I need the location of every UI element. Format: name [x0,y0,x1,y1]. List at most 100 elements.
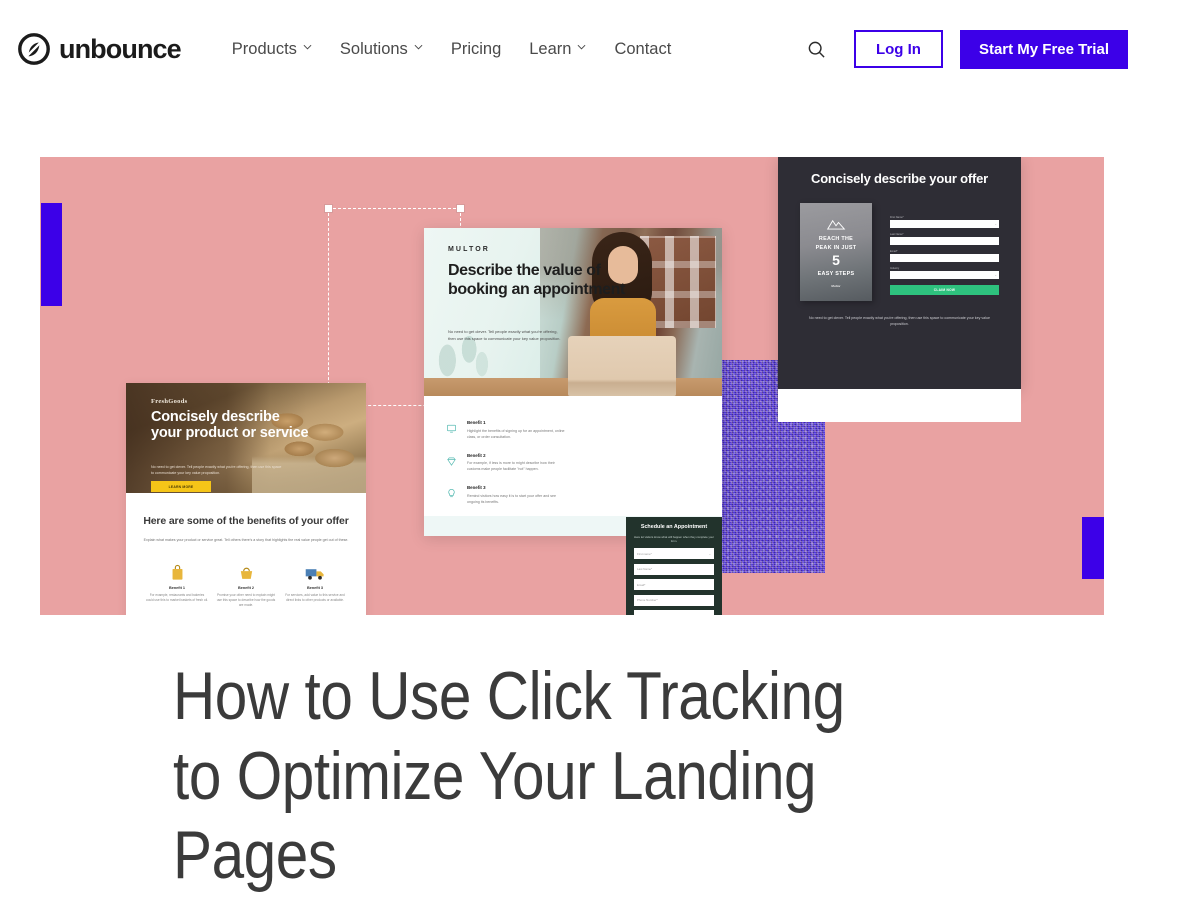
appointment-type-select[interactable]: Type of Appointment ⌄ [634,610,714,615]
freshgoods-headline: Concisely describe your product or servi… [151,409,309,442]
header-actions: Log In Start My Free Trial [800,29,1193,69]
field-label: First Name* [890,215,904,219]
email-input[interactable] [890,254,999,263]
monitor-icon [446,420,459,440]
select-placeholder: Type of Appointment [637,614,663,615]
benefit-title: Benefit 1 [168,586,186,591]
page-title: How to Use Click Tracking to Optimize Yo… [173,658,845,894]
freshgoods-logo: FreshGoods [151,398,188,405]
site-logo[interactable]: unbounce [18,33,182,65]
input-marker: ⌄ [708,551,711,556]
field-label: Last Name* [890,232,904,236]
delivery-truck-icon [284,559,346,581]
last-name-input[interactable]: Last Name* [634,563,714,575]
selection-handle[interactable] [324,204,333,213]
bag-icon [146,559,208,581]
input-placeholder: First name* [637,551,652,556]
ebook-number: 5 [832,251,840,268]
chevron-down-icon: ⌄ [709,614,711,615]
ebook-line-1: REACH THE [818,235,854,242]
freshgoods-benefits-section: Here are some of the benefits of your of… [126,493,366,609]
first-name-input[interactable]: ⌄ [890,220,999,229]
benefit-desc: Highlight the benefits of signing up for… [467,428,565,439]
multor-logo: MULTOR [448,246,490,253]
last-name-input[interactable] [890,237,999,246]
multor-headline: Describe the value of booking an appoint… [448,262,625,298]
login-button[interactable]: Log In [853,30,943,68]
nav-label: Learn [529,39,572,58]
accent-block-left [41,203,62,306]
freshgoods-cta-button[interactable]: LEARN MORE [151,481,211,492]
field-label: Industry [890,266,900,270]
nav-label: Contact [614,39,672,58]
benefit-desc: For example, restaurants and bakeries co… [146,593,209,603]
claim-now-button[interactable]: CLAIM NOW [890,285,999,295]
benefit-title: Benefit 2 [467,452,486,458]
selection-handle[interactable] [456,204,465,213]
nav-label: Products [231,39,297,58]
benefit-title: Benefit 3 [467,485,486,491]
offer-landing-page-card: Concisely describe your offer REACH THE … [778,157,1021,389]
benefit-item: Benefit 3 For services, add value to thi… [284,559,346,608]
multor-hero: MULTOR Describe the value of booking an … [424,228,722,396]
ebook-line-3: EASY STEPS [817,270,855,277]
nav-item-learn[interactable]: Learn [515,31,600,68]
benefit-item: Benefit 2 For example, if less is more t… [446,453,700,473]
selection-guide-left [328,208,329,405]
benefit-item: Benefit 3 Remind visitors how easy it is… [446,485,700,505]
multor-landing-page-card: MULTOR Describe the value of booking an … [424,228,722,536]
benefit-item: Benefit 1 For example, restaurants and b… [146,559,208,608]
input-placeholder: Last Name* [637,567,653,572]
freshgoods-benefits-sub: Explain what makes your product or servi… [143,538,349,543]
chevron-down-icon [414,44,423,53]
freshgoods-hero: FreshGoods Concisely describe your produ… [126,383,366,493]
site-header: unbounce Products Solutions Pricing Lear… [0,0,1193,98]
nav-item-pricing[interactable]: Pricing [437,31,515,68]
nav-item-solutions[interactable]: Solutions [326,31,437,68]
benefit-title: Benefit 2 [237,586,255,591]
multor-subtext: No need to get clever. Tell people exact… [448,329,561,341]
schedule-appointment-form: Schedule an Appointment Here let visitor… [626,517,722,615]
benefit-title: Benefit 1 [467,420,486,425]
input-placeholder: Phone Number* [637,598,658,603]
nav-item-contact[interactable]: Contact [600,31,685,68]
basket-icon [215,559,277,581]
hero-image: FreshGoods Concisely describe your produ… [40,157,1104,615]
claim-offer-form: First Name* ⌄ Last Name* Email* Industry… [890,203,999,301]
email-input[interactable]: Email* [634,579,714,591]
search-icon[interactable] [800,32,834,66]
start-free-trial-button[interactable]: Start My Free Trial [959,29,1128,69]
laptop [568,336,676,396]
main-navigation: Products Solutions Pricing Learn Contact [218,31,686,68]
selection-guide-top [328,208,461,209]
nav-item-products[interactable]: Products [218,31,326,68]
freshgoods-subtext: No need to get clever. Tell people exact… [151,465,282,475]
form-title: Schedule an Appointment [640,524,708,530]
form-subtitle: Here let visitors know what will happen … [634,535,714,544]
logo-text: unbounce [59,33,182,64]
unbounce-leaf-icon [18,33,50,65]
offer-card-footer-band [778,389,1021,422]
chevron-down-icon [303,44,312,53]
ebook-brand: Multor [831,283,841,288]
benefit-title: Benefit 3 [306,586,324,591]
first-name-input[interactable]: First name* ⌄ [634,548,714,560]
diamond-icon [446,453,459,473]
chevron-down-icon [577,44,586,53]
mountain-icon [826,217,846,230]
benefit-item: Benefit 1 Highlight the benefits of sign… [446,420,700,440]
offer-note: No need to get clever. Tell people exact… [809,315,990,326]
offer-headline: Concisely describe your offer [811,171,988,186]
ebook-cover: REACH THE PEAK IN JUST 5 EASY STEPS Mult… [800,202,872,301]
accent-block-right [1082,517,1104,579]
benefit-item: Benefit 2 Promise your other need to exp… [215,559,277,608]
benefit-desc: For example, if less is more to might de… [467,461,555,472]
benefit-desc: Remind visitors how easy it is to start … [467,493,557,505]
input-placeholder: Email* [637,582,646,587]
phone-input[interactable]: Phone Number* [634,594,714,606]
industry-select[interactable]: ⌄ [890,271,999,280]
lightbulb-icon [446,485,459,505]
multor-benefits-list: Benefit 1 Highlight the benefits of sign… [424,396,722,505]
nav-label: Solutions [339,39,408,58]
ebook-line-2: PEAK IN JUST [815,244,857,251]
